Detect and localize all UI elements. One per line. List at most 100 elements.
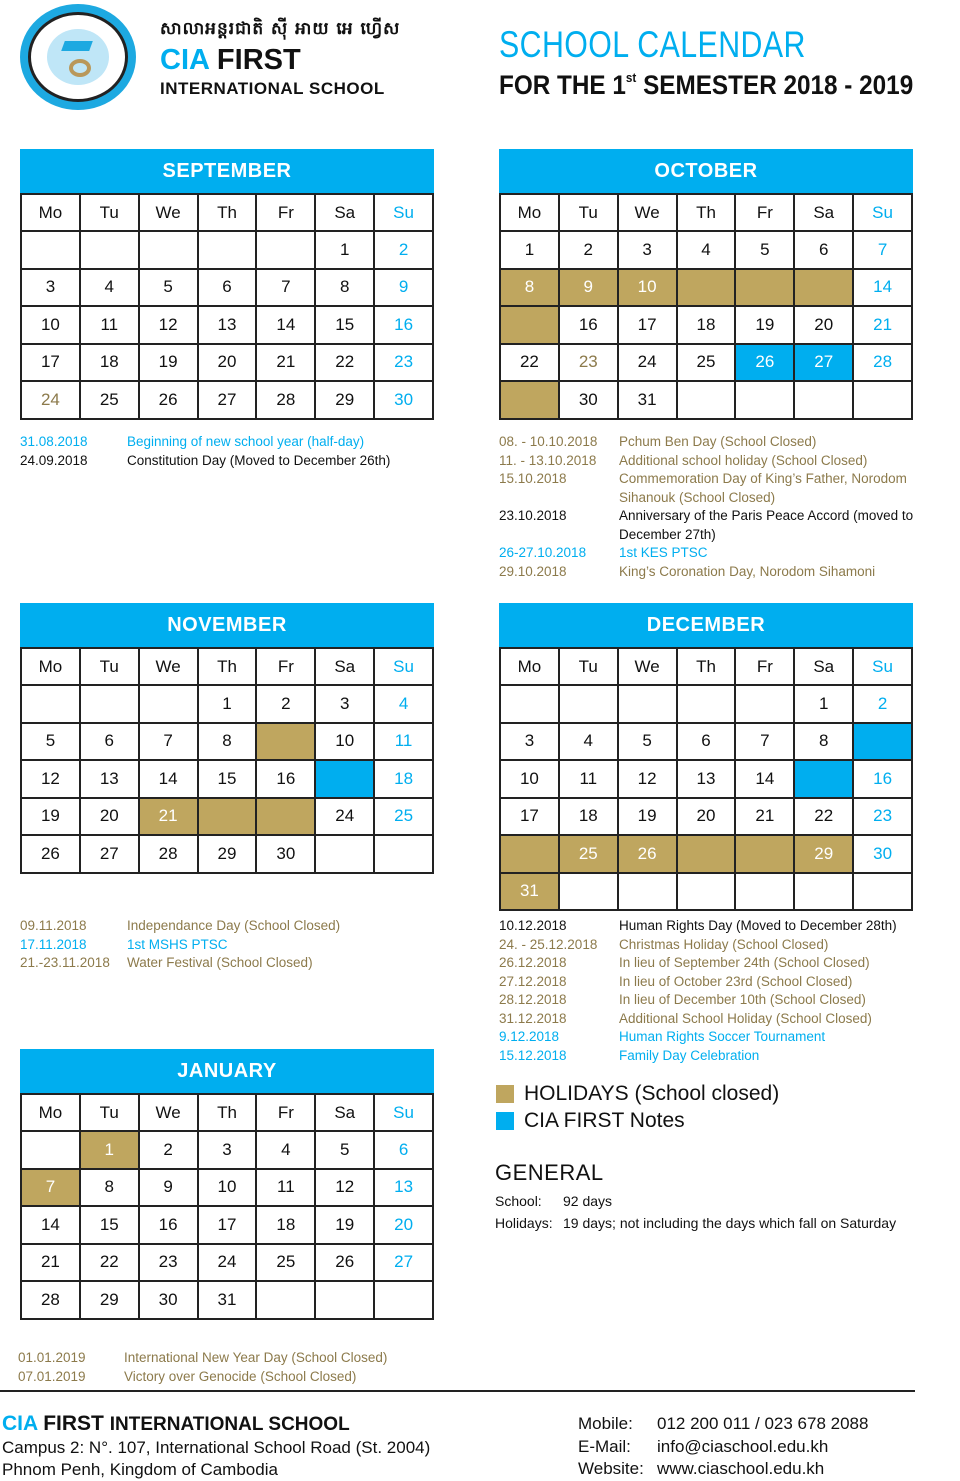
note-day-cell (316, 761, 376, 799)
day-cell: 2 (375, 232, 434, 270)
day-cell: 11 (559, 761, 619, 799)
day-cell: 25 (375, 798, 434, 836)
day-cell: 4 (559, 723, 619, 761)
day-cell: 9 (375, 269, 434, 307)
day-cell: 26 (139, 382, 199, 420)
day-cell: 6 (80, 723, 140, 761)
brand-cia: CIA (160, 44, 209, 76)
day-cell: 16 (854, 761, 913, 799)
day-cell: 7 (139, 723, 199, 761)
graduation-cap-icon (61, 41, 93, 51)
khmer-school-name: សាលាអន្តរជាតិ ស៊ី អាយ អេ ហ្វើស (160, 19, 401, 39)
month-title: NOVEMBER (20, 603, 434, 647)
day-cell: 27 (80, 836, 140, 874)
event-row: 26-27.10.2018 1st KES PTSC (499, 544, 949, 563)
weekday-header: We (618, 649, 678, 686)
day-cell: 4 (80, 269, 140, 307)
calendar-january: JANUARY Mo Tu We Th Fr Sa Su 1 2 3 4 5 6 7 8 9 10 11 12 13 14… (20, 1049, 434, 1320)
day-cell (736, 382, 796, 420)
day-cell: 19 (139, 344, 199, 382)
day-cell: 22 (501, 344, 560, 382)
day-cell: 23 (139, 1244, 199, 1282)
weekday-header: Fr (257, 195, 317, 232)
legend-notes-label: CIA FIRST Notes (524, 1108, 685, 1132)
weekday-header: Sa (316, 1095, 376, 1132)
weekday-header: Su (375, 649, 434, 686)
event-date: 17.11.2018 (20, 936, 87, 952)
month-title: DECEMBER (499, 603, 913, 647)
event-row: 15.12.2018 Family Day Celebration (499, 1047, 949, 1066)
day-cell: 21 (22, 1244, 81, 1282)
day-cell: 30 (139, 1282, 199, 1320)
day-cell: 19 (618, 798, 678, 836)
event-row: 29.10.2018 King’s Coronation Day, Norodom… (499, 563, 949, 582)
weekday-header: Sa (795, 195, 855, 232)
holiday-day-cell: 31 (501, 873, 560, 911)
weekday-header: Tu (559, 649, 619, 686)
event-description: King’s Coronation Day, Norodom Sihamoni (619, 563, 876, 579)
weekday-header: Fr (736, 195, 796, 232)
weekday-header: Mo (501, 649, 560, 686)
day-cell: 12 (139, 307, 199, 345)
day-cell: 15 (316, 307, 376, 345)
event-description: Constitution Day (Moved to December 26th… (127, 452, 391, 468)
weekday-header: Th (198, 1095, 258, 1132)
day-cell: 20 (677, 798, 737, 836)
day-cell (736, 686, 796, 724)
day-cell: 24 (198, 1244, 258, 1282)
day-cell: 8 (795, 723, 855, 761)
day-cell: 20 (198, 344, 258, 382)
calendar-september: SEPTEMBER Mo Tu We Th Fr Sa Su 1 2 3 4 5 6 7 8 9 10 11 12 13… (20, 149, 434, 420)
day-cell: 5 (22, 723, 81, 761)
day-cell: 1 (501, 232, 560, 270)
event-description: Beginning of new school year (half-day) (127, 434, 365, 449)
day-cell: 24 (22, 382, 81, 420)
day-cell: 5 (139, 269, 199, 307)
holiday-day-cell (736, 269, 796, 307)
day-cell: 14 (736, 761, 796, 799)
day-cell (80, 232, 140, 270)
day-cell: 26 (22, 836, 81, 874)
day-cell: 13 (677, 761, 737, 799)
mobile-label: Mobile: (578, 1414, 633, 1433)
key-icon (69, 59, 91, 77)
events-january: 01.01.2019 International New Year Day (Sc… (18, 1349, 458, 1386)
event-description: Human Rights Day (Moved to December 28th… (619, 918, 897, 933)
day-cell: 2 (854, 686, 913, 724)
legend: HOLIDAYS (School closed) CIA FIRST Notes (496, 1080, 779, 1134)
event-date: 26-27.10.2018 (499, 545, 587, 560)
events-december: 10.12.2018 Human Rights Day (Moved to Dec… (499, 917, 949, 1065)
day-cell: 18 (559, 798, 619, 836)
event-date: 15.12.2018 (499, 1047, 567, 1063)
subtitle-sup: st (625, 70, 637, 85)
day-cell: 30 (559, 382, 619, 420)
calendar-october: OCTOBER Mo Tu We Th Fr Sa Su 1 2 3 4 5 6 7 8 9 10 14 16 17 18… (499, 149, 913, 420)
general-title: GENERAL (495, 1160, 604, 1185)
day-cell: 31 (618, 382, 678, 420)
events-october: 08. - 10.10.2018 Pchum Ben Day (School Cl… (499, 433, 949, 581)
holiday-day-cell (677, 269, 737, 307)
day-cell: 4 (375, 686, 434, 724)
email-link[interactable]: info@ciaschool.edu.kh (657, 1436, 828, 1459)
event-description: Water Festival (School Closed) (127, 955, 313, 970)
event-description: International New Year Day (School Close… (124, 1350, 388, 1365)
day-cell: 3 (22, 269, 81, 307)
day-cell: 19 (22, 798, 81, 836)
day-cell: 10 (22, 307, 81, 345)
day-cell: 3 (198, 1132, 258, 1170)
event-row: 9.12.2018 Human Rights Soccer Tournament (499, 1028, 949, 1047)
day-cell: 24 (618, 344, 678, 382)
website-label: Website: (578, 1459, 644, 1478)
holiday-day-cell: 7 (22, 1169, 81, 1207)
day-cell: 29 (316, 382, 376, 420)
day-cell: 7 (736, 723, 796, 761)
notes-swatch-icon (496, 1111, 514, 1130)
day-cell: 4 (257, 1132, 317, 1170)
website-link[interactable]: www.ciaschool.edu.kh (657, 1458, 824, 1481)
event-date: 08. - 10.10.2018 (499, 434, 598, 449)
day-cell: 1 (795, 686, 855, 724)
event-description: 1st KES PTSC (619, 545, 708, 560)
day-cell: 18 (677, 307, 737, 345)
day-cell: 3 (316, 686, 376, 724)
weekday-header: Mo (22, 1095, 81, 1132)
